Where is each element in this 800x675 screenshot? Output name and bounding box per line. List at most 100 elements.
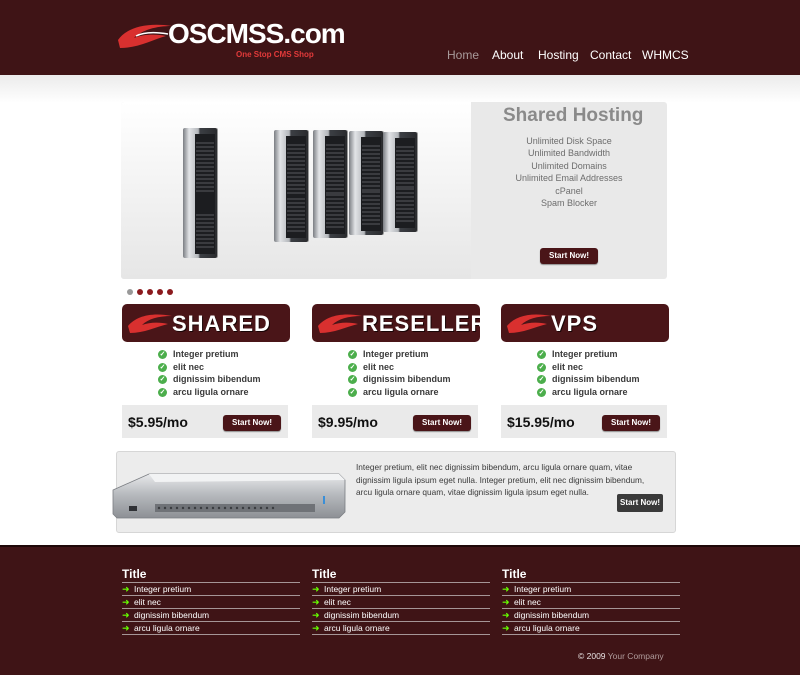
nav-about[interactable]: About xyxy=(492,48,523,62)
arrow-right-icon: ➜ xyxy=(122,584,130,594)
footer-link[interactable]: ➜ dignissim bibendum xyxy=(312,609,490,622)
site-logo[interactable]: OSCMSS.com One Stop CMS Shop xyxy=(116,14,346,62)
check-icon: ✓ xyxy=(348,375,357,385)
swoosh-icon xyxy=(507,314,551,333)
logo-text: OSCMSS.com xyxy=(168,18,346,49)
footer-link[interactable]: ➜ arcu ligula ornare xyxy=(122,622,300,635)
check-icon: ✓ xyxy=(537,362,546,372)
arrow-right-icon: ➜ xyxy=(502,597,510,607)
logo-swoosh-icon xyxy=(118,24,172,48)
nav-contact[interactable]: Contact xyxy=(590,48,631,62)
company-link[interactable]: Your Company xyxy=(608,651,664,661)
nav-home[interactable]: Home xyxy=(447,48,479,62)
footer-link-list: ➜ Integer pretium ➜ elit nec ➜ dignissim bi… xyxy=(312,582,490,635)
arrow-right-icon: ➜ xyxy=(502,584,510,594)
plan-footer: $5.95/mo Start Now! xyxy=(122,405,288,438)
footer-column: Title ➜ Integer pretium ➜ elit nec ➜ dignis… xyxy=(312,567,490,635)
slider-dot-1[interactable] xyxy=(127,289,133,295)
arrow-right-icon: ➜ xyxy=(122,597,130,607)
slider-dot-2[interactable] xyxy=(137,289,143,295)
check-icon: ✓ xyxy=(158,350,167,360)
footer-link[interactable]: ➜ arcu ligula ornare xyxy=(502,622,680,635)
check-icon: ✓ xyxy=(348,362,357,372)
arrow-right-icon: ➜ xyxy=(502,610,510,620)
arrow-right-icon: ➜ xyxy=(122,623,130,633)
plan-feature: ✓ elit nec xyxy=(348,361,395,372)
check-icon: ✓ xyxy=(158,362,167,372)
plan-footer: $15.95/mo Start Now! xyxy=(501,405,667,438)
slider-dot-5[interactable] xyxy=(167,289,173,295)
plan-price: $15.95/mo xyxy=(507,414,575,430)
plan-feature: ✓ elit nec xyxy=(158,361,205,372)
footer-link[interactable]: ➜ dignissim bibendum xyxy=(122,609,300,622)
nav-whmcs[interactable]: WHMCS xyxy=(642,48,689,62)
slide-feature: Unlimited Domains xyxy=(531,160,607,171)
plan-banner: SHARED xyxy=(122,304,290,342)
copyright: © 2009 Your Company xyxy=(578,651,664,661)
plan-card-reseller: RESELLER ✓ Integer pretium ✓ elit nec ✓ dig… xyxy=(312,304,480,438)
check-icon: ✓ xyxy=(348,350,357,360)
nav-hosting[interactable]: Hosting xyxy=(538,48,579,62)
plan-start-now-button[interactable]: Start Now! xyxy=(223,415,281,431)
footer-column: Title ➜ Integer pretium ➜ elit nec ➜ dignis… xyxy=(122,567,300,635)
header-shadow xyxy=(0,75,800,103)
plan-feature: ✓ arcu ligula ornare xyxy=(158,386,249,397)
check-icon: ✓ xyxy=(537,375,546,385)
arrow-right-icon: ➜ xyxy=(502,623,510,633)
footer-column-title: Title xyxy=(122,567,147,581)
slide-title: Shared Hosting xyxy=(503,105,644,126)
server-towers-icon xyxy=(121,102,471,279)
plan-feature-list: ✓ Integer pretium ✓ elit nec ✓ dignissim bi… xyxy=(537,348,667,398)
plan-feature: ✓ elit nec xyxy=(537,361,584,372)
plan-name: RESELLER xyxy=(362,311,480,336)
plan-start-now-button[interactable]: Start Now! xyxy=(413,415,471,431)
slide-start-now-button[interactable]: Start Now! xyxy=(540,248,598,264)
plan-start-now-button[interactable]: Start Now! xyxy=(602,415,660,431)
plan-card-shared: SHARED ✓ Integer pretium ✓ elit nec ✓ digni… xyxy=(122,304,290,438)
footer-link[interactable]: ➜ elit nec xyxy=(122,596,300,609)
plan-name: VPS xyxy=(551,311,599,336)
check-icon: ✓ xyxy=(158,387,167,397)
footer-column: Title ➜ Integer pretium ➜ elit nec ➜ dignis… xyxy=(502,567,680,635)
slide-feature: Spam Blocker xyxy=(540,198,598,209)
footer-column-title: Title xyxy=(502,567,527,581)
plan-feature: ✓ Integer pretium xyxy=(348,349,429,360)
footer-link[interactable]: ➜ Integer pretium xyxy=(502,582,680,596)
logo-tagline: One Stop CMS Shop xyxy=(236,50,314,59)
plan-feature-list: ✓ Integer pretium ✓ elit nec ✓ dignissim bi… xyxy=(158,348,288,398)
arrow-right-icon: ➜ xyxy=(312,597,320,607)
slide-feature: Unlimited Bandwidth xyxy=(527,148,611,159)
footer-link[interactable]: ➜ arcu ligula ornare xyxy=(312,622,490,635)
plan-price: $5.95/mo xyxy=(128,414,188,430)
footer-link[interactable]: ➜ dignissim bibendum xyxy=(502,609,680,622)
slider-dot-4[interactable] xyxy=(157,289,163,295)
slider-dot-3[interactable] xyxy=(147,289,153,295)
plan-card-vps: VPS ✓ Integer pretium ✓ elit nec ✓ dignissi… xyxy=(501,304,669,438)
plan-footer: $9.95/mo Start Now! xyxy=(312,405,478,438)
site-header: OSCMSS.com One Stop CMS Shop Home About … xyxy=(0,0,800,75)
footer-link-list: ➜ Integer pretium ➜ elit nec ➜ dignissim bi… xyxy=(122,582,300,635)
check-icon: ✓ xyxy=(537,387,546,397)
footer-link[interactable]: ➜ elit nec xyxy=(502,596,680,609)
site-footer: Title ➜ Integer pretium ➜ elit nec ➜ dignis… xyxy=(0,545,800,675)
slide-feature-list: Unlimited Disk Space Unlimited Bandwidth… xyxy=(503,135,635,209)
rack-server-icon xyxy=(112,473,346,519)
slide-feature: Unlimited Email Addresses xyxy=(515,173,623,184)
hero-slider: Shared Hosting Unlimited Disk Space Unli… xyxy=(121,102,667,279)
check-icon: ✓ xyxy=(158,375,167,385)
plan-name: SHARED xyxy=(172,311,271,336)
plan-banner: RESELLER xyxy=(312,304,480,342)
plan-banner: VPS xyxy=(501,304,669,342)
swoosh-icon xyxy=(128,314,172,333)
plan-feature: ✓ arcu ligula ornare xyxy=(348,386,439,397)
plan-feature: ✓ dignissim bibendum xyxy=(158,374,261,385)
plan-feature: ✓ arcu ligula ornare xyxy=(537,386,628,397)
arrow-right-icon: ➜ xyxy=(312,610,320,620)
footer-link[interactable]: ➜ Integer pretium xyxy=(122,582,300,596)
plan-feature: ✓ Integer pretium xyxy=(158,349,239,360)
promo-box: Integer pretium, elit nec dignissim bibe… xyxy=(112,451,676,533)
footer-link[interactable]: ➜ elit nec xyxy=(312,596,490,609)
footer-link[interactable]: ➜ Integer pretium xyxy=(312,582,490,596)
promo-start-now-button[interactable]: Start Now! xyxy=(617,494,663,512)
slide-feature: Unlimited Disk Space xyxy=(526,136,612,146)
